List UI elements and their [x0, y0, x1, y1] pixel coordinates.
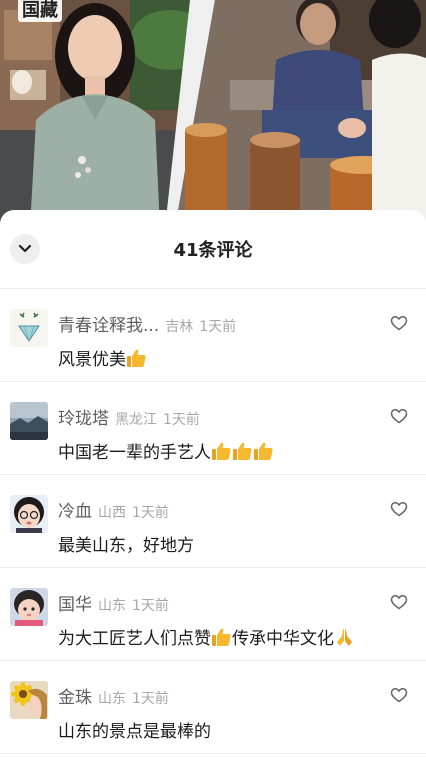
comment-meta: 玲珑塔 黑龙江 1天前 [58, 404, 376, 429]
comment-nickname[interactable]: 国华 [58, 590, 92, 615]
comment-nickname[interactable]: 冷血 [58, 497, 92, 522]
thumbs-up-emoji-icon [254, 442, 273, 460]
comment-text[interactable]: 最美山东，好地方 [58, 531, 406, 556]
comment-text-body: 为大工匠艺人们点赞 [58, 629, 211, 649]
thumbs-up-emoji-icon [212, 628, 231, 646]
comment-meta: 青春诠释我... 吉林 1天前 [58, 311, 376, 336]
comment-nickname[interactable]: 金珠 [58, 683, 92, 708]
comment-region: 黑龙江 [115, 412, 157, 428]
folded-hands-emoji-icon [337, 627, 352, 646]
comment-meta: 金珠 山东 1天前 [58, 683, 376, 708]
comment-text-body: 风景优美 [58, 350, 126, 370]
comment-text[interactable]: 山东的景点是最棒的 [58, 717, 406, 742]
comments-sheet: 41条评论 青春诠释我... 吉林 1天前 风景优美 玲珑塔 黑龙江 1天前 中… [0, 210, 426, 758]
comment-text[interactable]: 为大工匠艺人们点赞 传承中华文化 [58, 624, 406, 649]
heart-outline-icon[interactable] [390, 501, 408, 517]
comments-header: 41条评论 [0, 210, 426, 289]
comment-item[interactable]: 金珠 山东 1天前 山东的景点是最棒的 [0, 661, 426, 754]
comment-text[interactable]: 中国老一辈的手艺人 [58, 438, 406, 463]
avatar-cartoon-girl-image [10, 495, 48, 533]
comment-item[interactable]: 玲珑塔 黑龙江 1天前 中国老一辈的手艺人 [0, 382, 426, 475]
comment-time: 1天前 [163, 412, 200, 428]
comment-item[interactable]: 青春诠释我... 吉林 1天前 风景优美 [0, 289, 426, 382]
avatar[interactable] [10, 402, 48, 440]
comment-item[interactable]: 冷血 山西 1天前 最美山东，好地方 [0, 475, 426, 568]
comment-time: 1天前 [132, 598, 169, 614]
comment-region: 吉林 [165, 319, 194, 335]
video-player[interactable]: 国藏 [0, 0, 426, 228]
thumbs-up-emoji-icon [127, 349, 146, 367]
avatar[interactable] [10, 588, 48, 626]
avatar-deer-diamond-image [10, 309, 48, 347]
comment-region: 山西 [98, 505, 126, 521]
avatar-child-image [10, 588, 48, 626]
avatar[interactable] [10, 309, 48, 347]
comment-nickname[interactable]: 玲珑塔 [58, 404, 109, 429]
thumbs-up-emoji-icon [233, 442, 252, 460]
comment-meta: 冷血 山西 1天前 [58, 497, 376, 522]
comment-time: 1天前 [132, 505, 169, 521]
avatar-sunflower-image [10, 681, 48, 719]
comment-time: 1天前 [199, 319, 237, 335]
comment-meta: 国华 山东 1天前 [58, 590, 376, 615]
heart-outline-icon[interactable] [390, 408, 408, 424]
heart-outline-icon[interactable] [390, 315, 408, 331]
comment-nickname[interactable]: 青春诠释我... [58, 311, 159, 336]
comment-time: 1天前 [132, 691, 169, 707]
thumbs-up-emoji-icon [212, 442, 231, 460]
avatar[interactable] [10, 681, 48, 719]
comments-title: 41条评论 [173, 240, 253, 261]
comment-list[interactable]: 青春诠释我... 吉林 1天前 风景优美 玲珑塔 黑龙江 1天前 中国老一辈的手… [0, 289, 426, 754]
comment-item[interactable]: 国华 山东 1天前 为大工匠艺人们点赞 传承中华文化 [0, 568, 426, 661]
avatar[interactable] [10, 495, 48, 533]
comment-text-body: 中国老一辈的手艺人 [58, 443, 211, 463]
comment-text-body: 最美山东，好地方 [58, 536, 194, 556]
comment-text-tail: 传承中华文化 [232, 629, 334, 649]
comment-region: 山东 [98, 691, 126, 707]
heart-outline-icon[interactable] [390, 594, 408, 610]
comment-region: 山东 [98, 598, 126, 614]
comment-text-body: 山东的景点是最棒的 [58, 722, 211, 742]
comment-text[interactable]: 风景优美 [58, 345, 406, 370]
heart-outline-icon[interactable] [390, 687, 408, 703]
channel-watermark: 国藏 [18, 0, 62, 22]
avatar-landscape-image [10, 402, 48, 440]
video-frame-image [0, 0, 426, 228]
